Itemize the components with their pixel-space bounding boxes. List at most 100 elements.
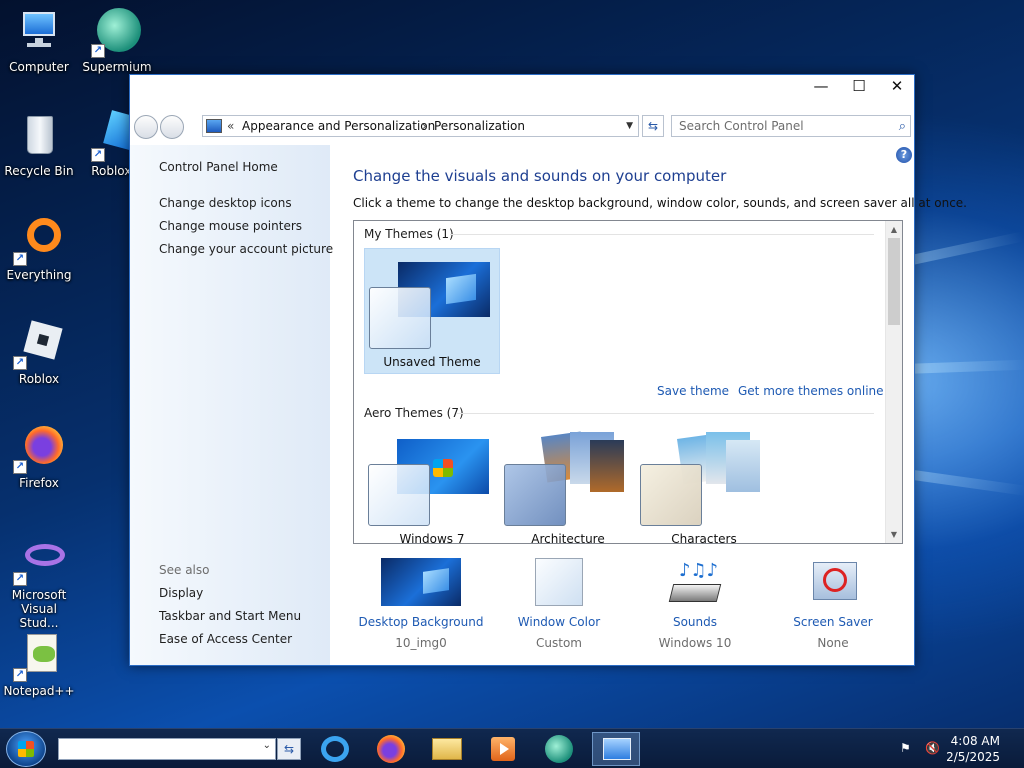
my-themes-heading: My Themes (1)	[364, 227, 454, 241]
desktop-icon-visual-studio[interactable]: ↗ Microsoft Visual Stud...	[0, 536, 78, 630]
save-theme-link[interactable]: Save theme	[657, 384, 729, 398]
control-panel-icon	[206, 119, 222, 133]
volume-muted-icon[interactable]: 🔇	[925, 741, 941, 757]
divider	[450, 234, 874, 235]
taskbar-control-panel[interactable]	[592, 732, 640, 766]
taskbar-supermium[interactable]	[539, 732, 579, 766]
everything-icon: ↗	[13, 216, 63, 266]
roblox-icon: ↗	[13, 320, 63, 370]
desktop-background-item[interactable]: Desktop Background 10_img0	[356, 558, 486, 650]
back-button[interactable]	[134, 115, 158, 139]
control-panel-home-link[interactable]: Control Panel Home	[159, 160, 278, 174]
theme-name: Characters	[671, 532, 737, 544]
scroll-up-icon[interactable]: ▲	[886, 221, 902, 238]
address-bar[interactable]: « Appearance and Personalization › Perso…	[202, 115, 639, 137]
shortcut-arrow-icon: ↗	[13, 572, 27, 586]
shortcut-arrow-icon: ↗	[13, 252, 27, 266]
folder-icon	[432, 738, 462, 760]
taskbar-file-explorer[interactable]	[427, 732, 467, 766]
shortcut-arrow-icon: ↗	[13, 356, 27, 370]
theme-name: Unsaved Theme	[383, 355, 481, 369]
desktop-icon-computer[interactable]: Computer	[0, 8, 78, 74]
desktop-background-icon	[381, 558, 461, 606]
theme-characters[interactable]: Characters	[636, 426, 772, 544]
taskbar-start-menu-link[interactable]: Taskbar and Start Menu	[159, 609, 301, 623]
title-bar[interactable]: — ☐ ✕	[130, 75, 914, 101]
taskbar-search-input[interactable]: ⌄	[58, 738, 276, 760]
theme-list-scrollbar[interactable]: ▲ ▼	[885, 221, 902, 543]
start-button[interactable]	[6, 731, 46, 767]
play-icon	[500, 743, 509, 755]
system-clock[interactable]: 4:08 AM 2/5/2025	[946, 733, 1000, 765]
divider	[456, 413, 874, 414]
screen-saver-icon	[793, 558, 873, 606]
search-icon[interactable]: ⌕	[899, 117, 906, 137]
address-row: « Appearance and Personalization › Perso…	[130, 113, 914, 139]
desktop-icon-supermium[interactable]: ↗ Supermium	[78, 8, 156, 74]
address-overflow-icon[interactable]: «	[227, 116, 234, 136]
taskbar-go-button[interactable]: ⇆	[277, 738, 301, 760]
breadcrumb-appearance[interactable]: Appearance and Personalization	[242, 116, 435, 136]
internet-explorer-icon	[321, 736, 349, 762]
supermium-icon: ↗	[91, 8, 141, 58]
theme-name: Windows 7	[399, 532, 465, 544]
aero-themes-heading: Aero Themes (7)	[364, 406, 464, 420]
search-input[interactable]: Search Control Panel ⌕	[671, 115, 911, 137]
window-color-swatch	[640, 464, 702, 526]
scrollbar-thumb[interactable]	[888, 238, 900, 325]
forward-button[interactable]	[160, 115, 184, 139]
refresh-button[interactable]: ⇆	[642, 115, 664, 137]
theme-windows-7[interactable]: Windows 7	[364, 426, 500, 544]
window-color-swatch	[504, 464, 566, 526]
breadcrumb-separator-icon[interactable]: ›	[422, 116, 427, 136]
chevron-down-icon[interactable]: ▼	[626, 116, 633, 136]
page-title: Change the visuals and sounds on your co…	[353, 167, 727, 185]
minimize-button[interactable]: —	[802, 75, 840, 99]
change-desktop-icons-link[interactable]: Change desktop icons	[159, 196, 292, 210]
shortcut-arrow-icon: ↗	[13, 460, 27, 474]
display-link[interactable]: Display	[159, 586, 203, 600]
chevron-down-icon[interactable]: ⌄	[263, 740, 271, 751]
taskbar-firefox[interactable]	[371, 732, 411, 766]
window-color-swatch	[368, 464, 430, 526]
taskbar-media-player[interactable]	[483, 732, 523, 766]
firefox-icon: ↗	[13, 424, 63, 474]
ease-of-access-link[interactable]: Ease of Access Center	[159, 632, 292, 646]
screen-saver-item[interactable]: Screen Saver None	[768, 558, 898, 650]
recycle-bin-icon	[15, 112, 63, 160]
help-icon[interactable]: ?	[896, 147, 912, 163]
computer-icon	[15, 8, 63, 56]
firefox-icon	[377, 735, 405, 763]
control-panel-icon	[603, 738, 631, 760]
page-subtitle: Click a theme to change the desktop back…	[353, 196, 967, 210]
maximize-button[interactable]: ☐	[840, 75, 878, 99]
theme-unsaved[interactable]: Unsaved Theme	[364, 248, 500, 374]
action-center-icon[interactable]: ⚑	[900, 741, 916, 757]
desktop-icon-everything[interactable]: ↗ Everything	[0, 216, 78, 282]
window-color-icon	[535, 558, 583, 606]
taskbar-internet-explorer[interactable]	[315, 732, 355, 766]
shortcut-arrow-icon: ↗	[91, 44, 105, 58]
scroll-down-icon[interactable]: ▼	[886, 526, 902, 543]
desktop-icon-notepad-plus-plus[interactable]: ↗ Notepad++	[0, 632, 78, 698]
left-pane: Control Panel Home Change desktop icons …	[130, 145, 333, 665]
theme-list: My Themes (1) Unsaved Theme Save theme G…	[353, 220, 903, 544]
shortcut-arrow-icon: ↗	[13, 668, 27, 682]
desktop-icon-firefox[interactable]: ↗ Firefox	[0, 424, 78, 490]
change-account-picture-link[interactable]: Change your account picture	[159, 242, 333, 256]
change-mouse-pointers-link[interactable]: Change mouse pointers	[159, 219, 302, 233]
notepad-plus-plus-icon: ↗	[13, 632, 63, 682]
window-color-item[interactable]: Window Color Custom	[494, 558, 624, 650]
supermium-icon	[545, 735, 573, 763]
close-button[interactable]: ✕	[878, 75, 916, 99]
see-also-heading: See also	[159, 563, 210, 577]
desktop-icon-roblox[interactable]: ↗ Roblox	[0, 320, 78, 386]
sounds-item[interactable]: ♪♫♪ Sounds Windows 10	[630, 558, 760, 650]
main-content: ? Change the visuals and sounds on your …	[330, 145, 967, 665]
breadcrumb-personalization[interactable]: Personalization	[434, 116, 525, 136]
theme-name: Architecture	[531, 532, 605, 544]
get-more-themes-link[interactable]: Get more themes online	[738, 384, 884, 398]
desktop-icon-recycle-bin[interactable]: Recycle Bin	[0, 112, 78, 178]
window-color-swatch	[369, 287, 431, 349]
theme-architecture[interactable]: Architecture	[500, 426, 636, 544]
